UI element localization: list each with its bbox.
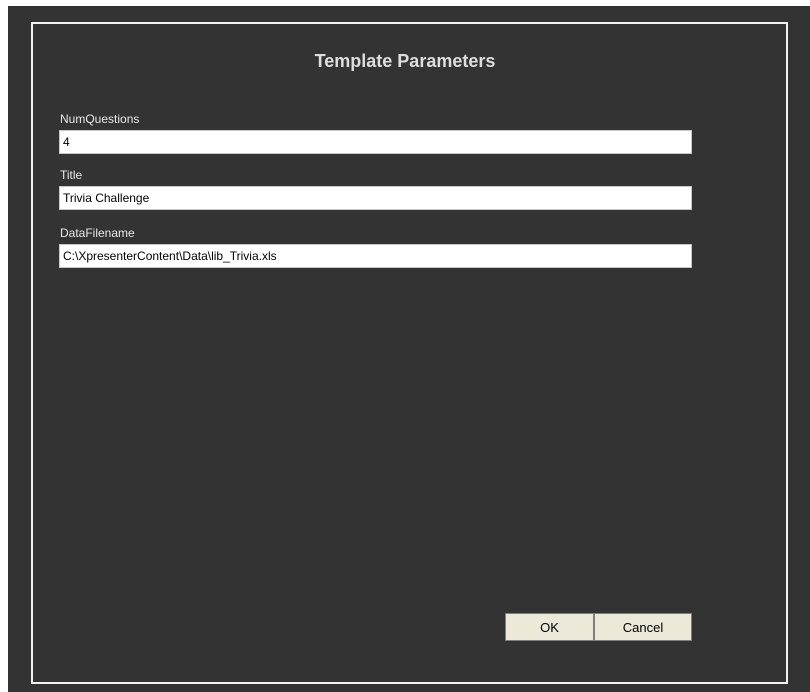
num-questions-input[interactable] bbox=[59, 130, 692, 154]
ok-button[interactable]: OK bbox=[505, 613, 594, 641]
cancel-button[interactable]: Cancel bbox=[594, 613, 692, 641]
template-parameters-dialog bbox=[8, 6, 810, 692]
data-filename-input[interactable] bbox=[59, 244, 692, 268]
dialog-title: Template Parameters bbox=[314, 51, 496, 71]
num-questions-label: NumQuestions bbox=[60, 112, 140, 126]
dialog-frame bbox=[31, 22, 788, 684]
title-label: Title bbox=[60, 168, 83, 182]
data-filename-label: DataFilename bbox=[60, 226, 135, 240]
title-input[interactable] bbox=[59, 186, 692, 210]
